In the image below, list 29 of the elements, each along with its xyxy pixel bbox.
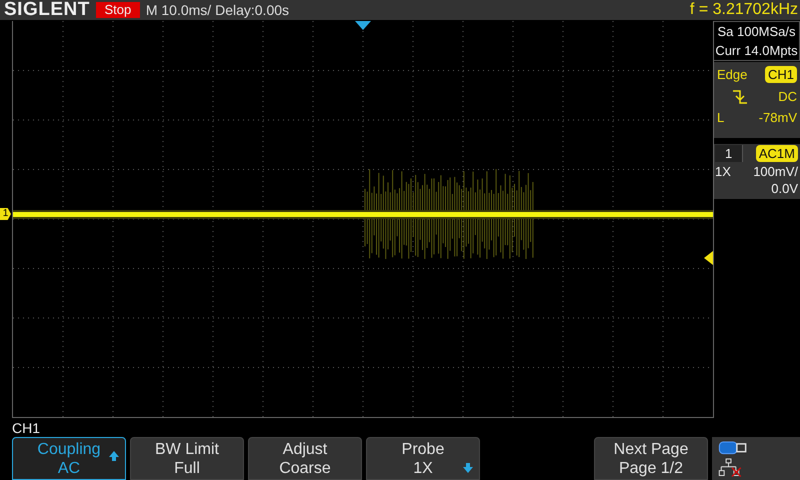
usb-drive-icon xyxy=(718,440,748,456)
up-arrow-icon xyxy=(108,450,120,462)
softkey-button[interactable]: Probe 1X xyxy=(366,437,480,480)
vertical-scale-readout: 100mV/ xyxy=(753,164,798,179)
falling-edge-icon xyxy=(731,90,749,104)
channel-coupling-badge: AC1M xyxy=(756,145,798,162)
menu-title: CH1 xyxy=(12,420,40,436)
memory-depth-readout: Curr 14.0Mpts xyxy=(715,43,798,58)
brand-logo: SIGLENT xyxy=(4,0,90,21)
timebase-readout: M 10.0ms/ Delay:0.00s xyxy=(146,2,290,18)
trigger-coupling-readout: DC xyxy=(778,89,797,104)
network-disconnected-icon xyxy=(718,458,742,477)
trigger-type-label: Edge xyxy=(717,67,748,82)
channel-number-tab[interactable]: 1 xyxy=(715,145,744,162)
probe-readout: 1X xyxy=(715,164,731,179)
trigger-level-marker[interactable] xyxy=(704,251,713,265)
run-state-indicator: Stop xyxy=(96,2,140,18)
trigger-level-readout: -78mV xyxy=(758,110,797,125)
trigger-source-badge: CH1 xyxy=(764,66,797,83)
frequency-readout: f = 3.21702kHz xyxy=(690,1,799,19)
down-arrow-icon xyxy=(462,462,474,474)
softkey-button[interactable]: BW Limit Full xyxy=(130,437,244,480)
offset-readout: 0.0V xyxy=(771,181,798,196)
softkey-button[interactable]: Coupling AC xyxy=(12,437,126,480)
trigger-level-label: L xyxy=(717,110,724,125)
next-page-button[interactable]: Next Page Page 1/2 xyxy=(594,437,708,480)
softkey-button[interactable]: Adjust Coarse xyxy=(248,437,362,480)
channel-marker[interactable]: 1 xyxy=(0,208,11,220)
sample-rate-readout: Sa 100MSa/s xyxy=(717,24,796,39)
